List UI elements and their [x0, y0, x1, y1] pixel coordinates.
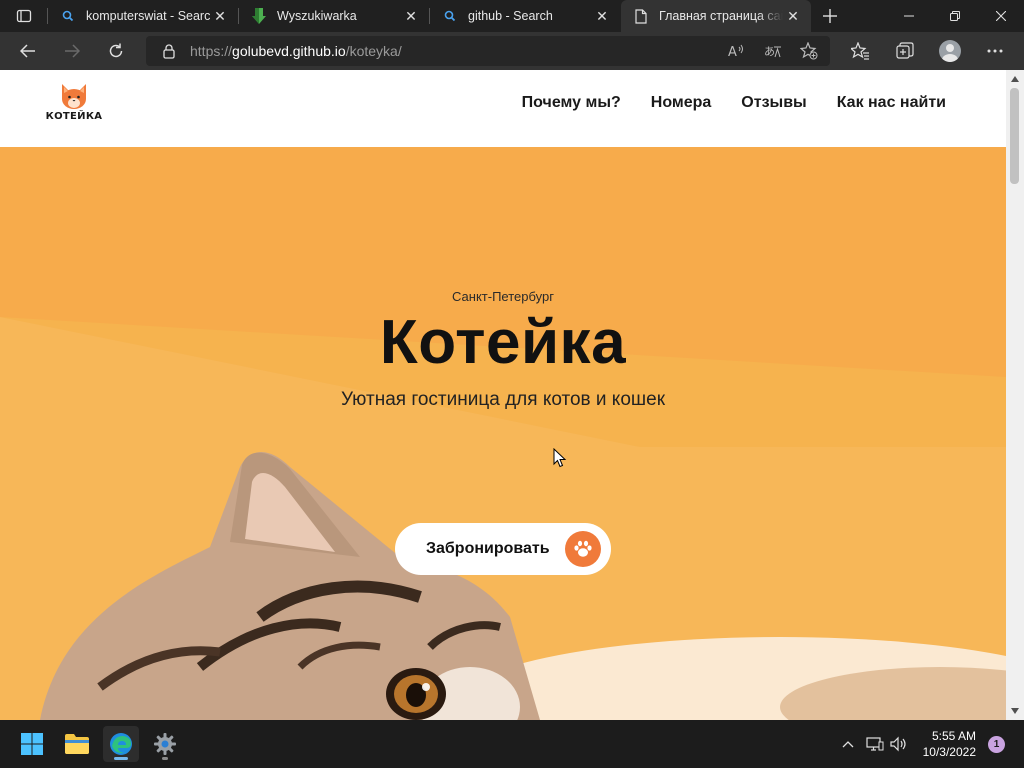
navigation-bar: https://golubevd.github.io/koteyka/ A あ	[0, 32, 1024, 70]
profile-button[interactable]	[936, 37, 964, 65]
hero-tagline: Уютная гостиница для котов и кошек	[340, 389, 666, 410]
edge-icon	[110, 733, 132, 755]
network-button[interactable]	[864, 732, 886, 756]
tab-close-button[interactable]: ✕	[783, 6, 803, 26]
cat-logo-icon	[62, 84, 86, 109]
show-hidden-icons-button[interactable]	[837, 732, 859, 756]
search-icon	[442, 8, 458, 24]
tab-github-search[interactable]: github - Search ✕	[430, 0, 620, 32]
gear-icon	[154, 733, 176, 755]
nav-link-why-us[interactable]: Почему мы?	[522, 94, 621, 112]
url-host: golubevd.github.io	[232, 43, 346, 59]
file-explorer-button[interactable]	[59, 726, 95, 762]
close-window-button[interactable]	[978, 0, 1024, 32]
network-icon	[866, 737, 884, 751]
favorites-button[interactable]	[846, 37, 874, 65]
site-header: КОТЕЙКА Почему мы? Номера Отзывы Как нас…	[0, 70, 1006, 147]
restore-button[interactable]	[932, 0, 978, 32]
windows-logo-icon	[21, 733, 43, 755]
notification-badge[interactable]: 1	[988, 736, 1005, 753]
nav-link-location[interactable]: Как нас найти	[837, 94, 946, 112]
site-logo[interactable]: КОТЕЙКА	[45, 82, 103, 134]
refresh-button[interactable]	[102, 37, 130, 65]
scroll-thumb[interactable]	[1010, 88, 1019, 184]
lock-icon	[162, 43, 176, 59]
address-bar[interactable]: https://golubevd.github.io/koteyka/ A あ	[146, 36, 830, 66]
tab-close-button[interactable]: ✕	[401, 6, 421, 26]
refresh-icon	[109, 43, 123, 58]
svg-text:A: A	[728, 45, 737, 59]
tab-komputerswiat[interactable]: komputerswiat - Search ✕	[48, 0, 238, 32]
document-icon	[633, 8, 649, 24]
url-text: https://golubevd.github.io/koteyka/	[190, 43, 402, 59]
hero-section: Санкт-Петербург Котейка Уютная гостиница…	[0, 147, 1006, 720]
edge-taskbar-button[interactable]	[103, 726, 139, 762]
tab-strip: komputerswiat - Search ✕ Wyszukiwarka ✕ …	[0, 0, 1024, 32]
plus-icon	[823, 9, 837, 23]
hero-cat-image	[0, 147, 1006, 720]
more-icon	[987, 49, 1003, 53]
minimize-icon	[904, 15, 914, 17]
translate-icon[interactable]: あ	[762, 40, 784, 62]
chevron-up-icon	[842, 741, 854, 748]
paw-icon	[565, 531, 601, 567]
tab-actions-button[interactable]	[6, 4, 42, 28]
tab-koteyka-active[interactable]: Главная страница сайта ✕	[621, 0, 811, 32]
tab-wyszukiwarka[interactable]: Wyszukiwarka ✕	[239, 0, 429, 32]
tab-title: Главная страница сайта	[659, 9, 783, 23]
settings-taskbar-button[interactable]	[147, 726, 183, 762]
mouse-cursor-icon	[553, 448, 567, 468]
running-app-indicator	[162, 757, 168, 760]
page-scrollbar[interactable]	[1006, 70, 1024, 720]
scroll-down-icon[interactable]	[1010, 706, 1020, 716]
hero-city: Санкт-Петербург	[452, 289, 554, 304]
collections-button[interactable]	[891, 37, 919, 65]
site-nav: Почему мы? Номера Отзывы Как нас найти	[522, 94, 946, 112]
tab-actions-icon	[16, 9, 32, 23]
taskbar-clock[interactable]: 5:55 AM 10/3/2022	[906, 728, 976, 760]
folder-icon	[65, 734, 89, 754]
search-icon	[60, 8, 76, 24]
tab-title: Wyszukiwarka	[277, 9, 357, 23]
url-scheme: https://	[190, 43, 233, 59]
hero-title: Котейка	[379, 308, 627, 377]
collections-icon	[896, 42, 914, 59]
minimize-button[interactable]	[886, 0, 932, 32]
tab-title: komputerswiat - Search	[86, 9, 210, 23]
clock-date: 10/3/2022	[922, 745, 976, 759]
svg-text:あ: あ	[764, 45, 775, 58]
nav-link-rooms[interactable]: Номера	[651, 94, 712, 112]
read-aloud-icon[interactable]: A	[726, 40, 748, 62]
add-favorite-icon[interactable]	[798, 40, 820, 62]
restore-icon	[950, 11, 960, 21]
forward-arrow-icon	[65, 44, 80, 58]
settings-menu-button[interactable]	[981, 37, 1009, 65]
start-button[interactable]	[14, 726, 50, 762]
active-app-indicator	[114, 757, 128, 760]
new-tab-button[interactable]	[818, 4, 842, 28]
nav-link-reviews[interactable]: Отзывы	[741, 94, 806, 112]
page-viewport: КОТЕЙКА Почему мы? Номера Отзывы Как нас…	[0, 70, 1006, 720]
tab-close-button[interactable]: ✕	[592, 6, 612, 26]
favorites-icon	[851, 42, 869, 60]
close-icon	[996, 11, 1006, 21]
tab-title: github - Search	[468, 9, 553, 23]
scroll-up-icon[interactable]	[1010, 74, 1020, 84]
book-button-label: Забронировать	[426, 540, 550, 557]
url-path: /koteyka/	[345, 43, 402, 59]
tab-close-button[interactable]: ✕	[210, 6, 230, 26]
back-button[interactable]	[14, 37, 42, 65]
logo-text: КОТЕЙКА	[45, 111, 103, 122]
back-arrow-icon	[20, 44, 35, 58]
taskbar: 5:55 AM 10/3/2022 1	[0, 720, 1024, 768]
download-arrow-icon	[251, 8, 267, 24]
avatar	[939, 40, 961, 62]
clock-time: 5:55 AM	[931, 729, 976, 743]
forward-button[interactable]	[58, 37, 86, 65]
book-button[interactable]: Забронировать	[395, 523, 611, 575]
